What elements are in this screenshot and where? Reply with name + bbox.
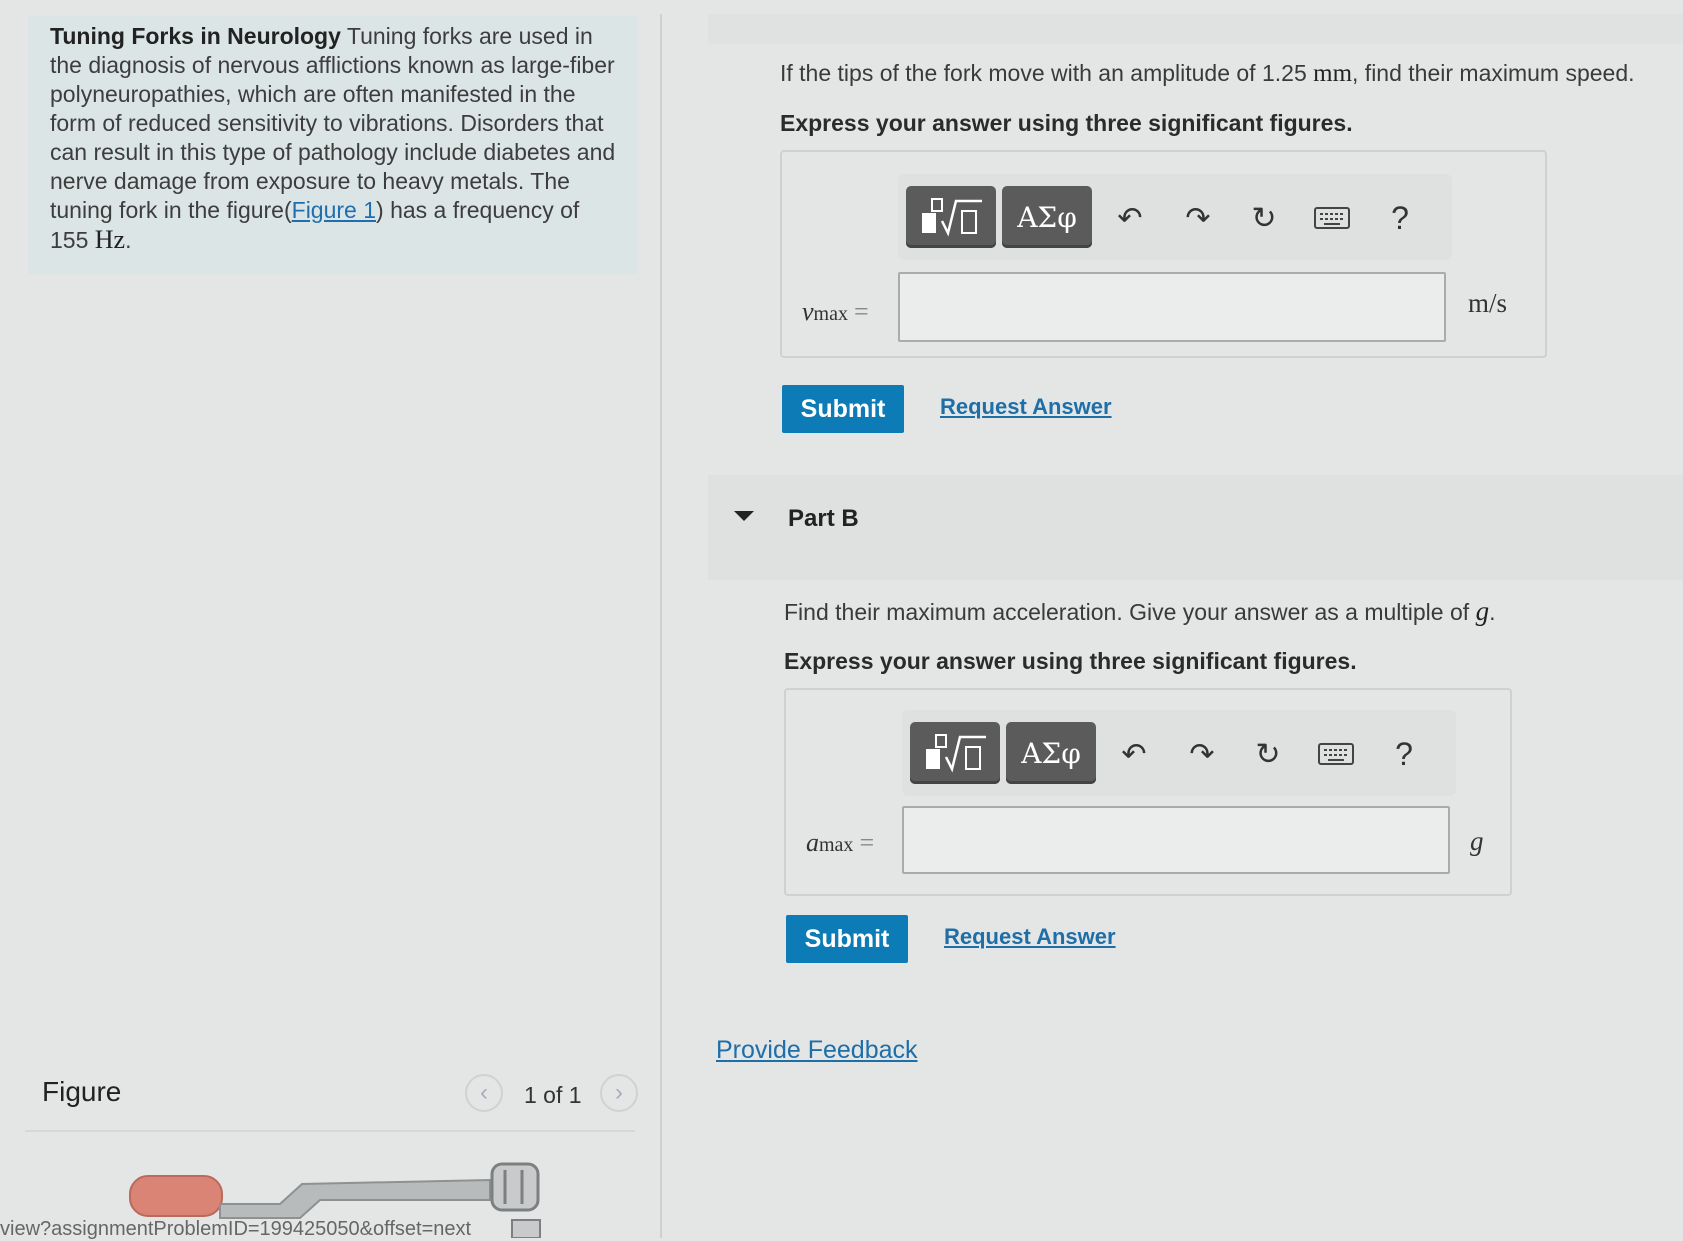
part-b-question: Find their maximum acceleration. Give yo… bbox=[784, 596, 1495, 627]
part-b-unit: g bbox=[1470, 826, 1484, 856]
keyboard-icon[interactable] bbox=[1312, 198, 1352, 238]
problem-text-3: . bbox=[125, 227, 132, 253]
greek-symbols-button[interactable]: ΑΣφ bbox=[1002, 186, 1092, 248]
part-b-request-answer-link[interactable]: Request Answer bbox=[944, 924, 1116, 950]
gravity-symbol: g bbox=[1475, 596, 1490, 626]
undo-icon[interactable]: ↶ bbox=[1110, 198, 1150, 238]
part-a-submit-button[interactable]: Submit bbox=[782, 385, 904, 433]
panel-divider bbox=[660, 14, 662, 1238]
part-b-submit-button[interactable]: Submit bbox=[786, 915, 908, 963]
part-a-question: If the tips of the fork move with an amp… bbox=[780, 60, 1635, 88]
frequency-unit: Hz bbox=[94, 225, 126, 254]
part-b-question-text: Find their maximum acceleration. Give yo… bbox=[784, 599, 1470, 625]
right-panel: If the tips of the fork move with an amp… bbox=[668, 0, 1683, 1238]
part-a-question-text-2: , find their maximum speed. bbox=[1352, 60, 1635, 86]
part-a-request-answer-link[interactable]: Request Answer bbox=[940, 394, 1112, 420]
fraction-root-icon bbox=[926, 734, 986, 773]
chevron-left-icon: ‹ bbox=[480, 1079, 488, 1106]
problem-text: Tuning forks are used in the diagnosis o… bbox=[50, 23, 616, 223]
part-a-question-text: If the tips of the fork move with an amp… bbox=[780, 60, 1307, 86]
figure-link[interactable]: Figure 1 bbox=[292, 197, 376, 223]
part-b-header[interactable]: Part B bbox=[708, 475, 1683, 580]
undo-icon[interactable]: ↶ bbox=[1114, 734, 1154, 774]
part-b-variable-label: amax = bbox=[806, 828, 875, 857]
provide-feedback-link[interactable]: Provide Feedback bbox=[716, 1036, 918, 1065]
part-b-question-text-2: . bbox=[1489, 599, 1496, 625]
part-b-math-toolbar: ΑΣφ ↶ ↷ ↻ ? bbox=[902, 710, 1456, 796]
help-icon[interactable]: ? bbox=[1380, 198, 1420, 238]
templates-button[interactable] bbox=[910, 722, 1000, 784]
part-a-variable-label: vmax = bbox=[802, 297, 869, 326]
part-b-instruction: Express your answer using three signific… bbox=[784, 648, 1357, 674]
left-panel: Tuning Forks in Neurology Tuning forks a… bbox=[0, 0, 665, 1240]
keyboard-shape bbox=[1314, 207, 1350, 229]
fraction-root-icon bbox=[922, 198, 982, 237]
part-a-answer-box: ΑΣφ ↶ ↷ ↻ ? vmax = m/s bbox=[780, 150, 1547, 358]
part-a-math-toolbar: ΑΣφ ↶ ↷ ↻ ? bbox=[898, 174, 1452, 260]
help-icon[interactable]: ? bbox=[1384, 734, 1424, 774]
part-b-answer-input[interactable] bbox=[902, 806, 1450, 874]
figure-prev-button[interactable]: ‹ bbox=[465, 1074, 503, 1112]
caret-down-icon bbox=[734, 511, 754, 521]
part-a-unit: m/s bbox=[1468, 288, 1508, 318]
figure-next-button[interactable]: › bbox=[600, 1074, 638, 1112]
part-b-title: Part B bbox=[788, 505, 859, 532]
templates-button[interactable] bbox=[906, 186, 996, 248]
figure-title: Figure bbox=[42, 1076, 122, 1107]
part-a-instruction: Express your answer using three signific… bbox=[780, 110, 1353, 136]
problem-title: Tuning Forks in Neurology bbox=[50, 23, 341, 49]
part-a-header-strip bbox=[708, 14, 1683, 44]
problem-intro: Tuning Forks in Neurology Tuning forks a… bbox=[28, 16, 638, 274]
greek-symbols-button[interactable]: ΑΣφ bbox=[1006, 722, 1096, 784]
part-b-answer-box: ΑΣφ ↶ ↷ ↻ ? amax = g bbox=[784, 688, 1512, 896]
part-a-answer-input[interactable] bbox=[898, 272, 1446, 342]
figure-divider bbox=[25, 1130, 635, 1132]
amplitude-unit: mm bbox=[1313, 60, 1353, 87]
keyboard-icon[interactable] bbox=[1316, 734, 1356, 774]
figure-pager: 1 of 1 bbox=[524, 1082, 582, 1108]
redo-icon[interactable]: ↷ bbox=[1182, 734, 1222, 774]
reset-icon[interactable]: ↻ bbox=[1244, 198, 1284, 238]
greek-label: ΑΣφ bbox=[1021, 736, 1081, 770]
chevron-right-icon: › bbox=[615, 1079, 623, 1106]
reset-icon[interactable]: ↻ bbox=[1248, 734, 1288, 774]
greek-label: ΑΣφ bbox=[1017, 200, 1077, 234]
keyboard-shape bbox=[1318, 743, 1354, 765]
redo-icon[interactable]: ↷ bbox=[1178, 198, 1218, 238]
